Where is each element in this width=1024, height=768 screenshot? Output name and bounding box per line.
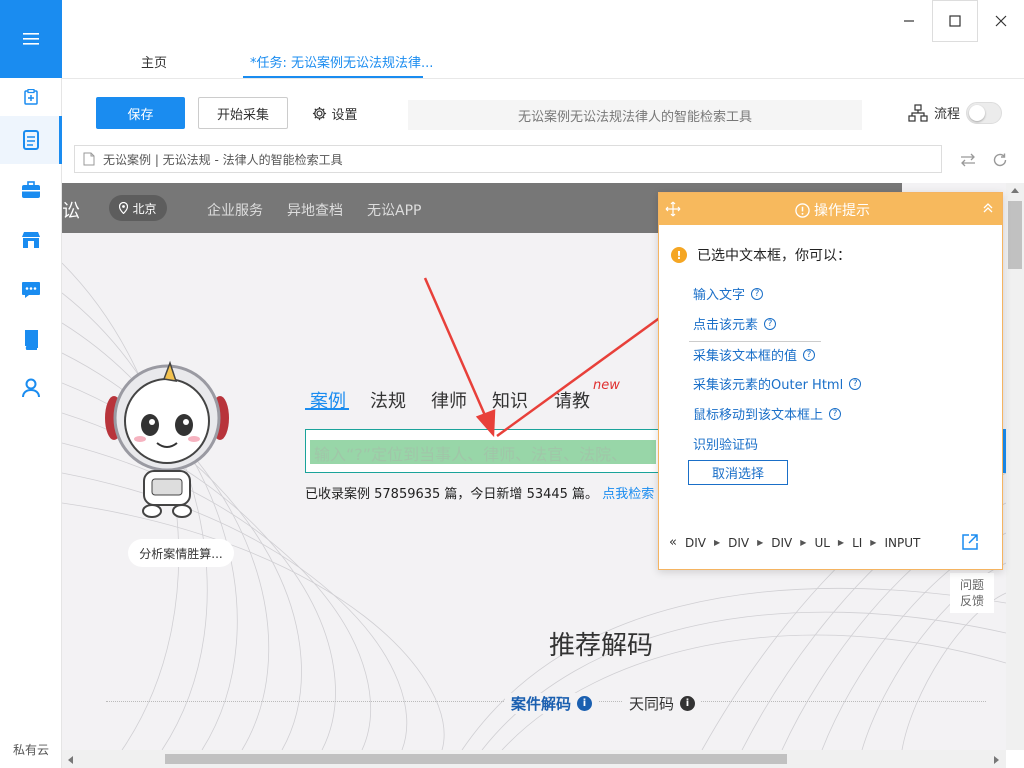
help-icon[interactable]: ? [849,377,862,390]
breadcrumb-item[interactable]: DIV [685,536,706,550]
breadcrumb-back-icon[interactable]: « [669,535,677,550]
action-collect-value[interactable]: 采集该文本框的值 ? [693,345,816,364]
help-icon[interactable]: ? [764,317,777,330]
breadcrumb-separator-icon: ▶ [870,538,877,547]
panel-title-text: 操作提示 [814,203,870,219]
action-input-text[interactable]: 输入文字 ? [693,284,764,303]
breadcrumb-separator-icon: ▶ [713,538,721,547]
breadcrumb-item[interactable]: DIV [728,536,749,550]
operation-hint-panel: 操作提示 ! 已选中文本框，你可以： 输入文字 ? 点击该元素 ? 采集该文本框… [658,192,1003,570]
panel-message: ! 已选中文本框，你可以： [671,245,851,265]
help-icon[interactable]: ? [751,287,764,300]
action-label: 鼠标移动到该文本框上 [693,408,824,423]
action-mouse-move[interactable]: 鼠标移动到该文本框上 ? [693,404,842,423]
action-recognize-captcha[interactable]: 识别验证码 [693,434,758,453]
action-divider [689,341,821,342]
breadcrumb-separator-icon: ▶ [800,538,807,547]
panel-title: 操作提示 [795,200,870,220]
action-label: 采集该文本框的值 [693,349,798,364]
breadcrumb-item[interactable]: UL [814,536,829,550]
external-link-icon[interactable] [961,533,979,551]
breadcrumb-item[interactable]: INPUT [884,536,920,550]
action-label: 识别验证码 [693,438,759,453]
action-label: 输入文字 [693,288,746,303]
move-icon[interactable] [665,201,681,217]
breadcrumb-item[interactable]: LI [852,536,862,550]
element-breadcrumb: « DIV ▶ DIV ▶ DIV ▶ UL ▶ LI ▶ INPUT [669,535,920,550]
action-label: 采集该元素的Outer Html [693,378,844,393]
help-icon[interactable]: ? [829,407,842,420]
panel-message-text: 已选中文本框，你可以： [697,248,851,264]
breadcrumb-separator-icon: ▶ [837,538,845,547]
action-collect-outer-html[interactable]: 采集该元素的Outer Html ? [693,374,862,393]
collapse-icon[interactable] [982,202,994,214]
alert-circle-icon [795,202,810,218]
action-click-element[interactable]: 点击该元素 ? [693,314,777,333]
warning-icon: ! [671,247,687,263]
action-label: 点击该元素 [693,318,759,333]
panel-header[interactable]: 操作提示 [659,193,1002,225]
cancel-selection-button[interactable]: 取消选择 [688,460,788,485]
breadcrumb-separator-icon: ▶ [757,538,764,547]
help-icon[interactable]: ? [803,348,816,361]
breadcrumb-item[interactable]: DIV [771,536,792,550]
